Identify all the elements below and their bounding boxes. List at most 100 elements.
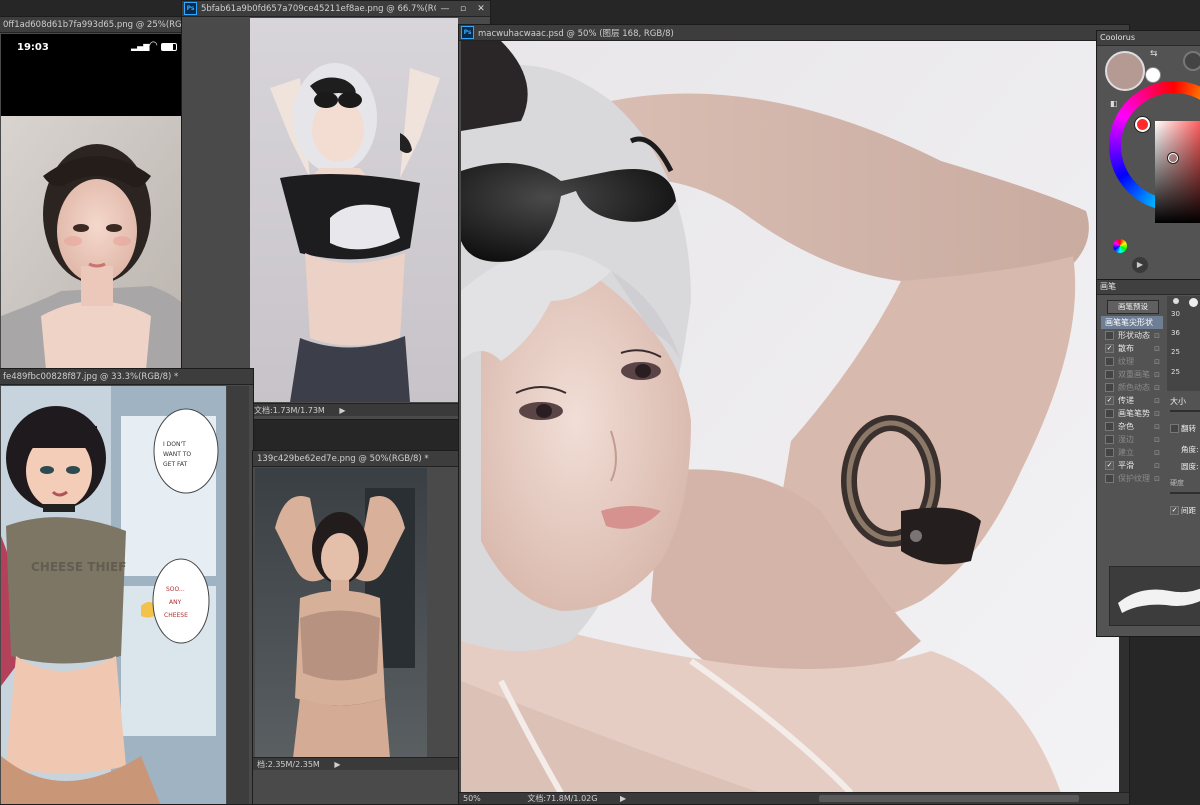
- status-menu-arrow[interactable]: ▶: [339, 406, 345, 415]
- brush-setting-item[interactable]: 画笔笔势 ⊡: [1101, 407, 1163, 420]
- brush-setting-checkbox[interactable]: ✓: [1105, 396, 1114, 405]
- brush-setting-item[interactable]: 形状动态 ⊡: [1101, 329, 1163, 342]
- brush-setting-checkbox[interactable]: [1105, 422, 1114, 431]
- horizontal-scrollbar[interactable]: [819, 795, 1079, 802]
- brush-setting-item[interactable]: 建立 ⊡: [1101, 446, 1163, 459]
- brush-setting-label: 形状动态: [1118, 331, 1150, 340]
- lock-icon[interactable]: ⊡: [1154, 384, 1160, 392]
- saturation-value-square[interactable]: [1155, 121, 1200, 223]
- flip-checkbox[interactable]: [1170, 424, 1179, 433]
- brush-setting-checkbox[interactable]: [1105, 409, 1114, 418]
- hardness-slider[interactable]: [1170, 492, 1200, 494]
- phone-canvas[interactable]: 19:03 ▂▄▆ ◠: [1, 34, 193, 369]
- current-color-swatch[interactable]: [1105, 51, 1145, 91]
- window-titlebar[interactable]: Ps 5bfab61a9b0fd657a709ce45211ef8ae.png …: [182, 1, 490, 17]
- document-statusbar: 档:2.35M/2.35M ▶: [253, 757, 458, 770]
- zoom-level[interactable]: 50%: [463, 794, 481, 803]
- size-slider[interactable]: [1170, 410, 1200, 412]
- secondary-color-swatch[interactable]: [1145, 67, 1161, 83]
- lock-icon[interactable]: ⊡: [1154, 410, 1160, 418]
- lock-icon[interactable]: ⊡: [1154, 449, 1160, 457]
- hue-picker-handle[interactable]: [1135, 117, 1150, 132]
- brush-setting-item[interactable]: ✓ 平滑 ⊡: [1101, 459, 1163, 472]
- brush-size-label[interactable]: 25: [1171, 348, 1180, 356]
- lock-icon[interactable]: ⊡: [1154, 332, 1160, 340]
- brush-setting-checkbox[interactable]: ✓: [1105, 461, 1114, 470]
- document-size: 文档:71.8M/1.02G: [527, 794, 598, 803]
- angle-label: 角度:: [1181, 445, 1199, 454]
- brush-setting-checkbox[interactable]: [1105, 357, 1114, 366]
- lock-icon[interactable]: ⊡: [1154, 358, 1160, 366]
- brush-setting-checkbox[interactable]: [1105, 435, 1114, 444]
- brush-setting-item[interactable]: 纹理 ⊡: [1101, 355, 1163, 368]
- window-scrollbar[interactable]: [227, 386, 249, 804]
- brush-setting-checkbox[interactable]: [1105, 448, 1114, 457]
- close-button[interactable]: ✕: [472, 1, 490, 16]
- window-titlebar[interactable]: Ps macwuhacwaac.psd @ 50% (图层 168, RGB/8…: [459, 25, 1129, 41]
- brush-setting-item[interactable]: 画笔笔尖形状: [1101, 316, 1163, 329]
- brush-setting-checkbox[interactable]: [1105, 474, 1114, 483]
- brush-setting-item[interactable]: 双重画笔 ⊡: [1101, 368, 1163, 381]
- status-menu-arrow[interactable]: ▶: [620, 794, 626, 803]
- doc-window-main[interactable]: Ps macwuhacwaac.psd @ 50% (图层 168, RGB/8…: [458, 24, 1130, 805]
- window-title: fe489fbc00828f87.jpg @ 33.3%(RGB/8) *: [3, 371, 179, 382]
- brush-size-label[interactable]: 30: [1171, 310, 1180, 318]
- document-statusbar: 50% 文档:71.8M/1.02G ▶: [459, 792, 1129, 804]
- brush-setting-checkbox[interactable]: ✓: [1105, 344, 1114, 353]
- lock-icon[interactable]: ⊡: [1154, 423, 1160, 431]
- brush-setting-checkbox[interactable]: [1105, 331, 1114, 340]
- brush-setting-item[interactable]: 颜色动态 ⊡: [1101, 381, 1163, 394]
- brush-setting-item[interactable]: 湿边 ⊡: [1101, 433, 1163, 446]
- lock-icon[interactable]: ⊡: [1154, 397, 1160, 405]
- doc-window-cheese[interactable]: fe489fbc00828f87.jpg @ 33.3%(RGB/8) * CH…: [0, 368, 254, 805]
- brush-stroke-preview: [1109, 566, 1200, 626]
- stroke-preview-graphic: [1118, 588, 1200, 613]
- brush-setting-label: 传递: [1118, 396, 1134, 405]
- window-titlebar[interactable]: fe489fbc00828f87.jpg @ 33.3%(RGB/8) *: [0, 369, 253, 385]
- lock-icon[interactable]: ⊡: [1154, 345, 1160, 353]
- cheese-canvas[interactable]: CHEESE THIEF I DON'T WANT TO GET FAT SOO…: [1, 386, 226, 804]
- lock-icon[interactable]: ⊡: [1154, 436, 1160, 444]
- signal-icon: ▂▄▆: [131, 42, 150, 51]
- brush-setting-checkbox[interactable]: [1105, 370, 1114, 379]
- sv-picker-handle[interactable]: [1168, 153, 1178, 163]
- color-mode-icon[interactable]: [1113, 239, 1127, 253]
- lock-icon[interactable]: ⊡: [1154, 475, 1160, 483]
- brush-size-label[interactable]: 36: [1171, 329, 1180, 337]
- phone-clock: 19:03: [17, 42, 49, 53]
- dial-knob-icon[interactable]: [1183, 51, 1200, 71]
- brush-tip-icon[interactable]: [1189, 298, 1198, 307]
- play-icon[interactable]: ▶: [1132, 257, 1148, 273]
- window-titlebar[interactable]: 139c429be62ed7e.png @ 50%(RGB/8) *: [253, 451, 458, 467]
- size-label: 大小: [1170, 397, 1186, 406]
- fitness-photo: [255, 468, 427, 758]
- main-canvas[interactable]: [461, 41, 1119, 793]
- minimize-button[interactable]: —: [436, 2, 454, 16]
- brush-size-label[interactable]: 25: [1171, 368, 1180, 376]
- photoshop-icon: Ps: [461, 26, 474, 39]
- default-colors-icon[interactable]: ◧: [1110, 99, 1118, 108]
- lock-icon[interactable]: ⊡: [1154, 462, 1160, 470]
- spacing-checkbox[interactable]: ✓: [1170, 506, 1179, 515]
- brush-presets-button[interactable]: 画笔预设: [1107, 300, 1159, 314]
- panel-tab-coolorus[interactable]: Coolorus: [1097, 31, 1200, 46]
- phone-statusbar: 19:03 ▂▄▆ ◠: [1, 34, 193, 116]
- brush-setting-item[interactable]: 保护纹理 ⊡: [1101, 472, 1163, 485]
- cosplay-canvas[interactable]: [250, 18, 458, 402]
- brush-setting-checkbox[interactable]: [1105, 383, 1114, 392]
- photoshop-icon: Ps: [184, 2, 197, 15]
- swap-colors-icon[interactable]: ⇆: [1150, 49, 1158, 59]
- brush-setting-label: 杂色: [1118, 422, 1134, 431]
- maximize-button[interactable]: ▫: [454, 2, 472, 16]
- status-menu-arrow[interactable]: ▶: [334, 760, 340, 769]
- fitness-canvas[interactable]: [255, 468, 427, 758]
- panel-tab-brush[interactable]: 画笔: [1097, 280, 1200, 295]
- lock-icon[interactable]: ⊡: [1154, 371, 1160, 379]
- brush-setting-item[interactable]: ✓ 散布 ⊡: [1101, 342, 1163, 355]
- wifi-icon: ◠: [149, 40, 158, 51]
- brush-setting-item[interactable]: 杂色 ⊡: [1101, 420, 1163, 433]
- doc-window-cosplay[interactable]: Ps 5bfab61a9b0fd657a709ce45211ef8ae.png …: [181, 0, 491, 420]
- brush-tip-icon[interactable]: [1173, 298, 1179, 304]
- doc-window-fitness[interactable]: 139c429be62ed7e.png @ 50%(RGB/8) * 档:2.3…: [252, 450, 459, 805]
- brush-setting-item[interactable]: ✓ 传递 ⊡: [1101, 394, 1163, 407]
